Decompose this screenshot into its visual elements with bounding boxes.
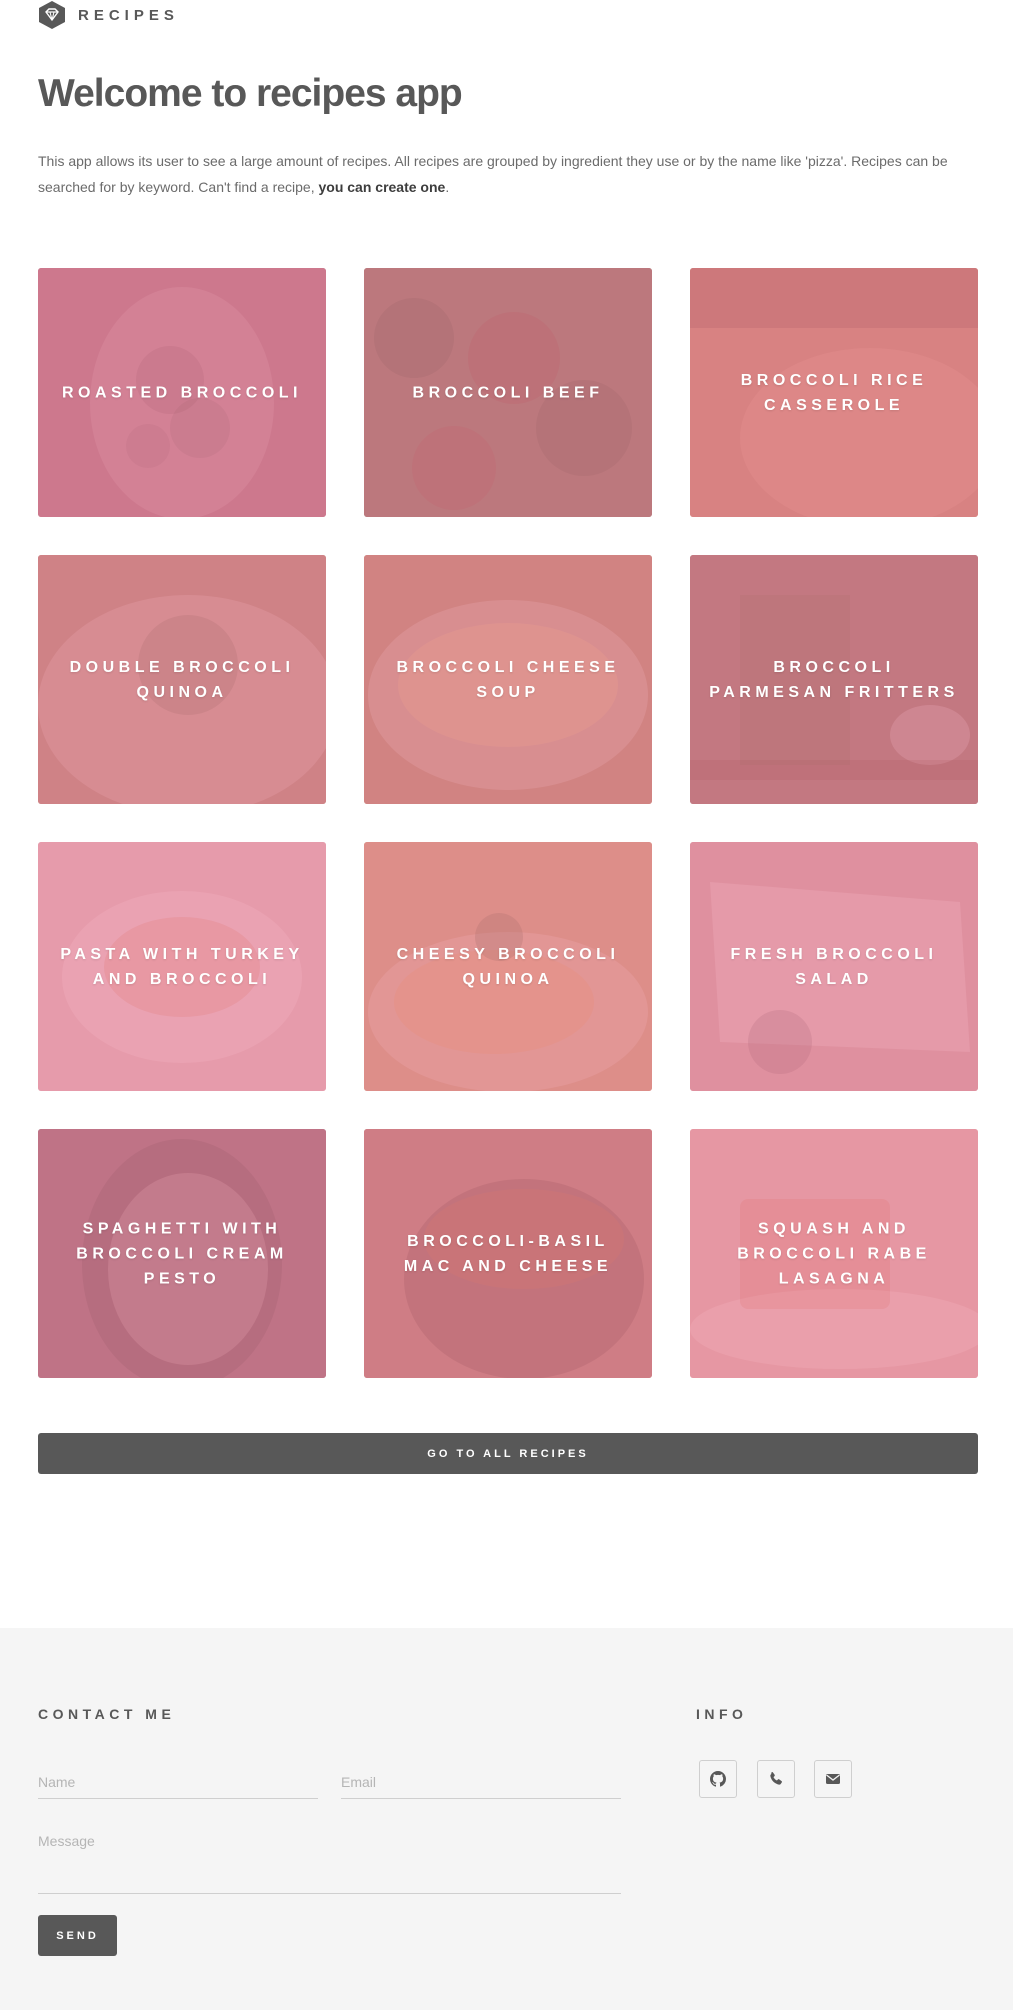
info-heading: INFO [696,1706,748,1722]
send-button[interactable]: SEND [38,1915,117,1956]
recipe-title: Fresh Broccoli Salad [730,945,938,988]
intro-text: This app allows its user to see a large … [38,153,948,195]
recipe-title: Pasta with Turkey and Broccoli [60,945,304,988]
github-icon [710,1771,726,1787]
recipe-grid: Roasted Broccoli Broccoli Beef Broccoli … [38,268,978,1378]
recipe-title: Roasted Broccoli [62,384,302,401]
diamond-icon[interactable] [38,0,66,30]
message-field[interactable] [38,1833,621,1894]
recipe-card[interactable]: Broccoli Beef [364,268,652,517]
contact-heading: CONTACT ME [38,1706,176,1722]
recipe-card[interactable]: Fresh Broccoli Salad [690,842,978,1091]
recipe-card[interactable]: Broccoli Rice Casserole [690,268,978,517]
recipe-card[interactable]: Broccoli Parmesan Fritters [690,555,978,804]
brand-name[interactable]: RECIPES [78,7,179,24]
github-button[interactable] [699,1760,737,1798]
footer: CONTACT ME INFO SEND [0,1628,1013,2010]
recipe-card[interactable]: Roasted Broccoli [38,268,326,517]
recipe-title: Squash and Broccoli Rabe Lasagna [737,1220,931,1287]
intro-end: . [445,179,450,195]
recipe-card[interactable]: Double Broccoli Quinoa [38,555,326,804]
recipe-title: Broccoli Rice Casserole [740,371,928,414]
recipe-card[interactable]: Spaghetti with Broccoli Cream Pesto [38,1129,326,1378]
recipe-card[interactable]: Broccoli Cheese Soup [364,555,652,804]
recipe-title: Broccoli-Basil Mac and Cheese [403,1232,613,1275]
recipe-card[interactable]: Pasta with Turkey and Broccoli [38,842,326,1091]
recipe-title: Cheesy Broccoli Quinoa [396,945,620,988]
phone-button[interactable] [757,1760,795,1798]
recipe-card[interactable]: Squash and Broccoli Rabe Lasagna [690,1129,978,1378]
recipe-title: Broccoli Cheese Soup [396,658,620,701]
intro-paragraph: This app allows its user to see a large … [38,148,978,200]
recipe-title: Double Broccoli Quinoa [69,658,295,701]
recipe-title: Broccoli Beef [412,384,604,401]
recipe-card[interactable]: Broccoli-Basil Mac and Cheese [364,1129,652,1378]
page-title: Welcome to recipes app [38,72,463,115]
all-recipes-button[interactable]: GO TO ALL RECIPES [38,1433,978,1474]
email-field[interactable] [341,1774,621,1799]
email-button[interactable] [814,1760,852,1798]
name-field[interactable] [38,1774,318,1799]
site-header: RECIPES [38,0,179,30]
envelope-icon [826,1774,840,1784]
recipe-title: Broccoli Parmesan Fritters [709,658,959,701]
recipe-title: Spaghetti with Broccoli Cream Pesto [76,1220,288,1287]
recipe-card[interactable]: Cheesy Broccoli Quinoa [364,842,652,1091]
phone-icon [770,1772,782,1785]
create-recipe-link[interactable]: you can create one [318,179,445,195]
